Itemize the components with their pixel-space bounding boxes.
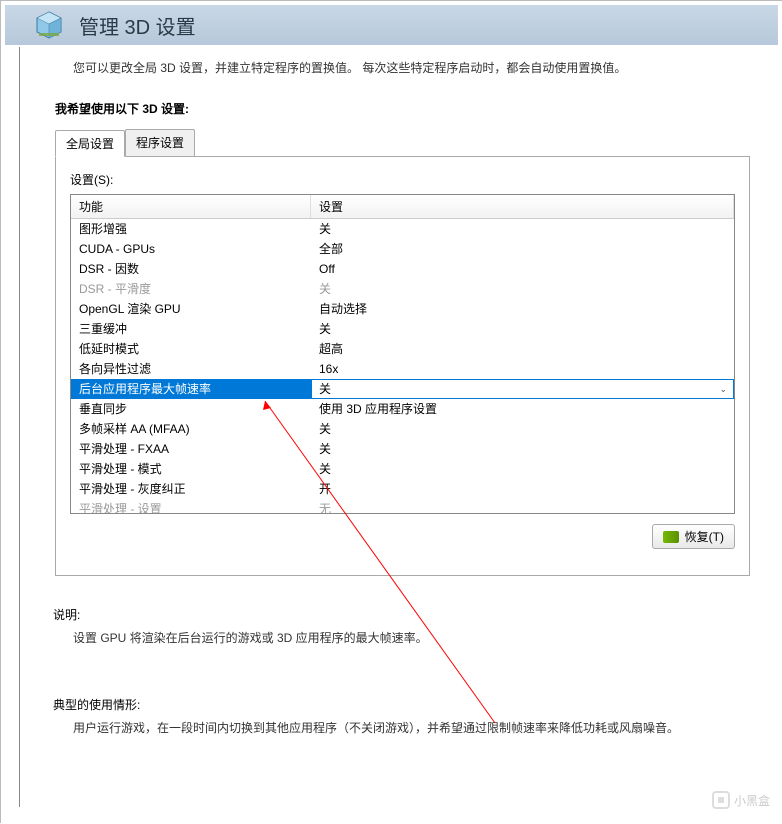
tabs: 全局设置 程序设置 bbox=[55, 129, 750, 156]
feature-cell: DSR - 平滑度 bbox=[71, 279, 311, 299]
feature-cell: 垂直同步 bbox=[71, 399, 311, 419]
table-header: 功能 设置 bbox=[71, 195, 734, 219]
feature-cell: 低延时模式 bbox=[71, 339, 311, 359]
feature-cell: 平滑处理 - 设置 bbox=[71, 499, 311, 514]
section-title: 我希望使用以下 3D 设置: bbox=[55, 100, 782, 117]
usage-label: 典型的使用情形: bbox=[53, 696, 782, 713]
page-title: 管理 3D 设置 bbox=[79, 11, 196, 40]
table-row[interactable]: 平滑处理 - 设置无 bbox=[71, 499, 734, 514]
setting-cell: 无 bbox=[311, 499, 734, 514]
watermark-icon bbox=[712, 791, 730, 809]
chevron-down-icon[interactable]: ⌄ bbox=[719, 380, 727, 398]
usage-block: 典型的使用情形: 用户运行游戏，在一段时间内切换到其他应用程序（不关闭游戏），并… bbox=[53, 696, 782, 736]
feature-cell: 平滑处理 - 模式 bbox=[71, 459, 311, 479]
intro-text: 您可以更改全局 3D 设置，并建立特定程序的置换值。 每次这些特定程序启动时，都… bbox=[73, 59, 782, 76]
feature-cell: 三重缓冲 bbox=[71, 319, 311, 339]
watermark-text: 小黑盒 bbox=[734, 792, 770, 809]
setting-cell: 关 bbox=[311, 419, 734, 439]
settings-table: 功能 设置 图形增强关CUDA - GPUs全部DSR - 因数OffDSR -… bbox=[70, 194, 735, 514]
setting-cell: 全部 bbox=[311, 239, 734, 259]
usage-text: 用户运行游戏，在一段时间内切换到其他应用程序（不关闭游戏），并希望通过限制帧速率… bbox=[73, 719, 782, 736]
setting-cell: Off bbox=[311, 259, 734, 279]
feature-cell: 后台应用程序最大帧速率 bbox=[71, 379, 311, 399]
table-row[interactable]: OpenGL 渲染 GPU自动选择 bbox=[71, 299, 734, 319]
feature-cell: 平滑处理 - FXAA bbox=[71, 439, 311, 459]
setting-cell: 使用 3D 应用程序设置 bbox=[311, 399, 734, 419]
feature-cell: 图形增强 bbox=[71, 219, 311, 239]
table-row[interactable]: DSR - 因数Off bbox=[71, 259, 734, 279]
restore-button[interactable]: 恢复(T) bbox=[652, 524, 735, 549]
setting-cell: 开 bbox=[311, 479, 734, 499]
watermark: 小黑盒 bbox=[712, 791, 770, 809]
table-row[interactable]: DSR - 平滑度关 bbox=[71, 279, 734, 299]
setting-cell: 超高 bbox=[311, 339, 734, 359]
table-row[interactable]: 后台应用程序最大帧速率关⌄ bbox=[71, 379, 734, 399]
description-block: 说明: 设置 GPU 将渲染在后台运行的游戏或 3D 应用程序的最大帧速率。 bbox=[53, 606, 782, 646]
setting-cell[interactable]: 关⌄ bbox=[311, 379, 734, 399]
setting-cell: 关 bbox=[311, 319, 734, 339]
setting-cell: 自动选择 bbox=[311, 299, 734, 319]
restore-button-label: 恢复(T) bbox=[685, 528, 724, 545]
table-row[interactable]: 平滑处理 - 灰度纠正开 bbox=[71, 479, 734, 499]
table-row[interactable]: 平滑处理 - 模式关 bbox=[71, 459, 734, 479]
table-row[interactable]: 三重缓冲关 bbox=[71, 319, 734, 339]
column-header-setting[interactable]: 设置 bbox=[311, 195, 734, 218]
setting-cell: 16x bbox=[311, 359, 734, 379]
table-row[interactable]: 平滑处理 - FXAA关 bbox=[71, 439, 734, 459]
feature-cell: DSR - 因数 bbox=[71, 259, 311, 279]
setting-cell: 关 bbox=[311, 279, 734, 299]
table-row[interactable]: 低延时模式超高 bbox=[71, 339, 734, 359]
tab-program-settings[interactable]: 程序设置 bbox=[125, 129, 195, 156]
table-row[interactable]: 垂直同步使用 3D 应用程序设置 bbox=[71, 399, 734, 419]
tab-global-settings[interactable]: 全局设置 bbox=[55, 130, 125, 157]
description-text: 设置 GPU 将渲染在后台运行的游戏或 3D 应用程序的最大帧速率。 bbox=[73, 629, 782, 646]
header-bar: 管理 3D 设置 bbox=[5, 5, 778, 45]
nvidia-icon bbox=[663, 531, 679, 543]
column-header-feature[interactable]: 功能 bbox=[71, 195, 311, 218]
feature-cell: OpenGL 渲染 GPU bbox=[71, 299, 311, 319]
app-3d-icon bbox=[33, 9, 65, 41]
setting-cell: 关 bbox=[311, 219, 734, 239]
feature-cell: 多帧采样 AA (MFAA) bbox=[71, 419, 311, 439]
settings-panel: 设置(S): 功能 设置 图形增强关CUDA - GPUs全部DSR - 因数O… bbox=[55, 156, 750, 576]
description-label: 说明: bbox=[53, 606, 782, 623]
feature-cell: 各向异性过滤 bbox=[71, 359, 311, 379]
feature-cell: 平滑处理 - 灰度纠正 bbox=[71, 479, 311, 499]
table-row[interactable]: 图形增强关 bbox=[71, 219, 734, 239]
feature-cell: CUDA - GPUs bbox=[71, 239, 311, 259]
table-row[interactable]: 各向异性过滤16x bbox=[71, 359, 734, 379]
setting-cell: 关 bbox=[311, 459, 734, 479]
table-row[interactable]: 多帧采样 AA (MFAA)关 bbox=[71, 419, 734, 439]
settings-label: 设置(S): bbox=[70, 171, 735, 188]
setting-cell: 关 bbox=[311, 439, 734, 459]
table-body[interactable]: 图形增强关CUDA - GPUs全部DSR - 因数OffDSR - 平滑度关O… bbox=[71, 219, 734, 514]
table-row[interactable]: CUDA - GPUs全部 bbox=[71, 239, 734, 259]
